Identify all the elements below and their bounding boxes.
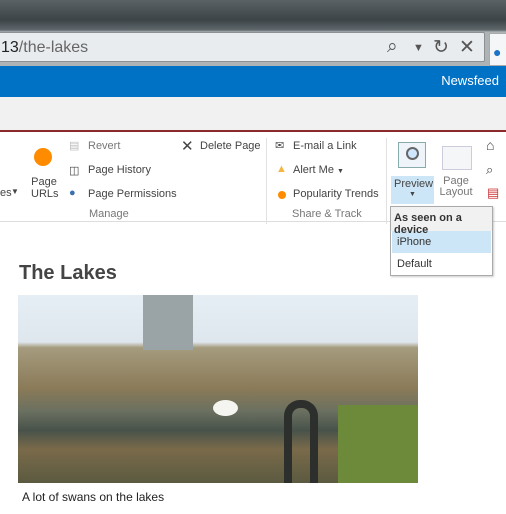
stop-icon[interactable]: ✕ bbox=[459, 36, 475, 59]
home-icon[interactable]: ⌂ bbox=[486, 137, 494, 153]
page-layout-icon bbox=[442, 146, 472, 170]
share-track-group-label: Share & Track bbox=[292, 208, 362, 220]
newsfeed-link[interactable]: Newsfeed bbox=[441, 73, 499, 88]
lake-photo bbox=[18, 295, 418, 483]
page-history-button[interactable]: Page History bbox=[88, 164, 151, 176]
preview-icon bbox=[398, 142, 426, 168]
search-icon[interactable]: ⌕ bbox=[387, 36, 398, 58]
page-permissions-button[interactable]: Page Permissions bbox=[88, 188, 177, 200]
permissions-icon: ● bbox=[69, 187, 76, 199]
search-settings-icon[interactable]: ⌕ bbox=[486, 162, 493, 178]
page-urls-icon bbox=[34, 148, 52, 166]
page-layout-button[interactable]: Page Layout bbox=[439, 176, 473, 198]
email-icon: ✉ bbox=[275, 140, 285, 152]
manage-group-label: Manage bbox=[89, 208, 129, 220]
chevron-down-icon: ▼ bbox=[409, 191, 416, 198]
delete-page-button[interactable]: Delete Page bbox=[200, 140, 261, 152]
menu-header: As seen on a device bbox=[391, 207, 492, 236]
preview-button[interactable]: Preview ▼ bbox=[391, 176, 434, 204]
ribbon-tabs-area bbox=[0, 97, 506, 130]
address-bar[interactable]: 13/the-lakes ⌕ ▼ ↻ ✕ bbox=[0, 32, 485, 62]
popularity-trends-button[interactable]: Popularity Trends bbox=[293, 188, 379, 200]
swan bbox=[213, 400, 238, 416]
delete-icon: ✕ bbox=[181, 138, 194, 155]
page-history-icon: ◫ bbox=[69, 165, 80, 177]
alert-me-button[interactable]: Alert Me ▼ bbox=[293, 164, 344, 176]
revert-icon: ▤ bbox=[69, 140, 80, 152]
url-path: /the-lakes bbox=[18, 39, 89, 56]
suite-bar: Newsfeed bbox=[0, 66, 506, 97]
preview-dropdown-menu: As seen on a device iPhone Default bbox=[390, 206, 493, 276]
building bbox=[143, 295, 193, 350]
partial-button[interactable]: es bbox=[0, 187, 12, 199]
email-link-button[interactable]: E-mail a Link bbox=[293, 140, 357, 152]
dropdown-icon[interactable]: ▼ bbox=[413, 42, 424, 54]
browser-tab[interactable]: ● bbox=[489, 33, 506, 66]
document-icon[interactable]: ▤ bbox=[487, 185, 499, 201]
menu-item-default[interactable]: Default bbox=[392, 253, 491, 275]
grass bbox=[338, 405, 418, 483]
people-icon: ● bbox=[493, 44, 502, 60]
bell-icon: ▲ bbox=[276, 163, 287, 175]
chevron-down-icon: ▼ bbox=[11, 187, 19, 196]
refresh-icon[interactable]: ↻ bbox=[433, 36, 449, 59]
railing bbox=[284, 400, 318, 483]
image-caption: A lot of swans on the lakes bbox=[22, 490, 165, 504]
url-host: 13 bbox=[1, 39, 19, 56]
popularity-icon bbox=[278, 191, 286, 199]
preview-label: Preview bbox=[394, 178, 434, 190]
revert-button[interactable]: Revert bbox=[88, 140, 120, 152]
page-title: The Lakes bbox=[19, 262, 117, 284]
divider bbox=[266, 138, 267, 224]
divider bbox=[386, 138, 387, 224]
page-urls-button[interactable]: Page URLs bbox=[31, 176, 59, 200]
